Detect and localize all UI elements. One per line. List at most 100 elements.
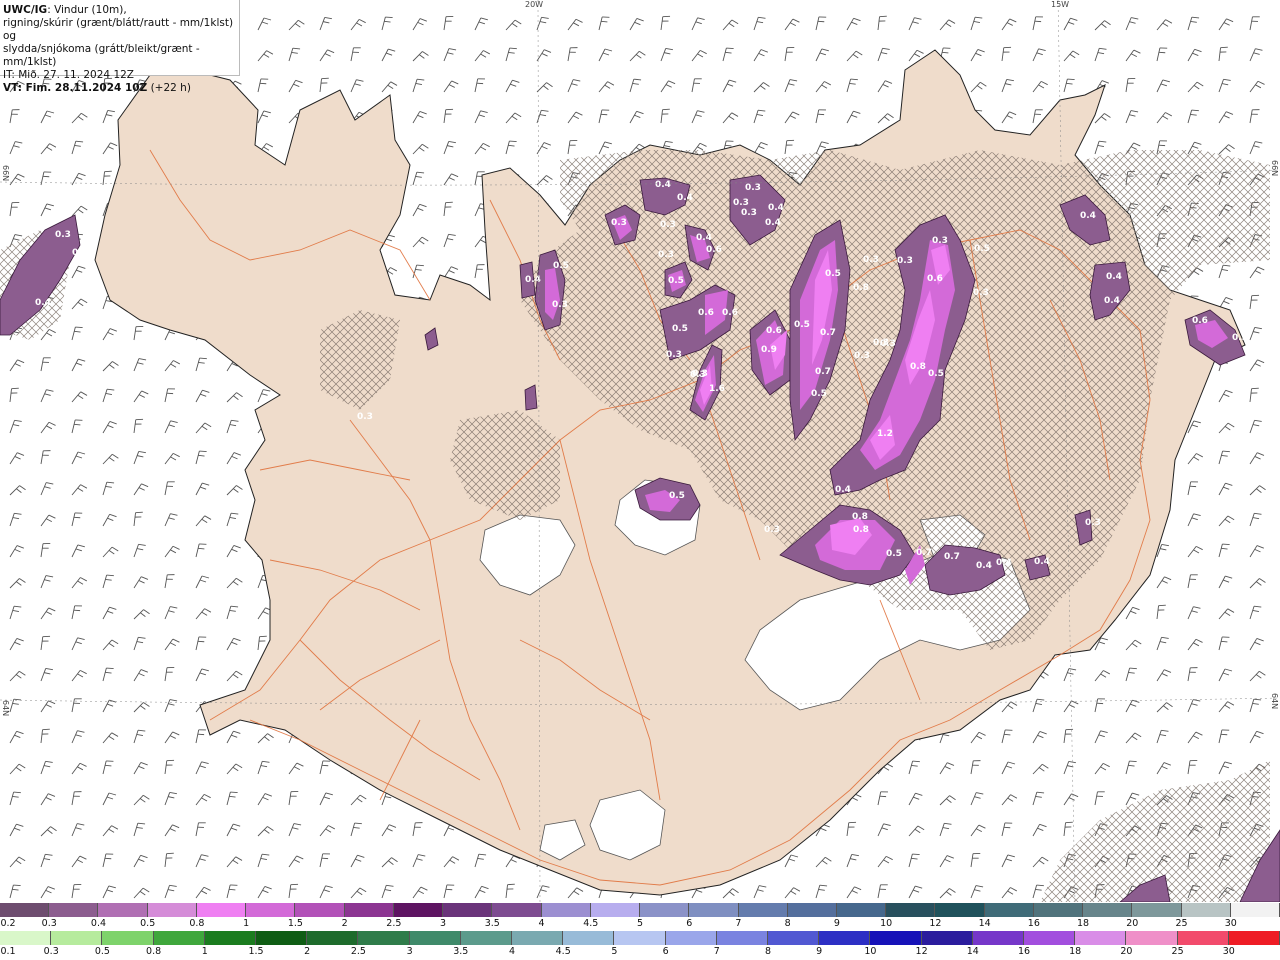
colorbar-tick-label: 20 [1120,946,1133,957]
precip-value-label: 0.4 [35,298,51,308]
colorbar-tick-label: 5 [636,918,644,929]
colorbar-swatch [1075,931,1127,945]
precip-value-label: 0.4 [1034,557,1050,567]
colorbar-tick-label: 20 [1126,918,1139,929]
precip-value-label: 0.4 [976,561,992,571]
precip-value-label: 0.3 [863,255,879,265]
colorbar-tick-label: 8 [764,946,772,957]
colorbar-tick-label: 4 [538,918,545,929]
colorbar-snow [0,903,1280,917]
colorbar-swatch [689,903,739,917]
precip-value-label: 0.3 [897,256,913,266]
colorbar-tick-label: 0.8 [189,918,205,929]
precip-value-label: 0.3 [660,220,676,230]
legend-line3: slydda/snjókoma (grátt/bleikt/grænt - mm… [3,43,200,68]
precip-value-label: 0.3 [666,350,682,360]
colorbar-tick-label: 2 [304,946,311,957]
precip-value-label: 0.5 [974,244,990,254]
colorbar-swatch [256,931,308,945]
colorbar-swatch [344,903,394,917]
precip-value-label: 0.4 [768,203,784,213]
precip-value-label: 0.8 [852,512,868,522]
colorbar-tick-label: 16 [1017,946,1031,957]
colorbar-swatch [307,931,359,945]
precip-value-label: 0.5 [668,276,684,286]
colorbar-swatch [1083,903,1133,917]
colorbar-swatch [541,903,591,917]
colorbar-tick-label: 1.5 [287,918,303,929]
precip-value-label: 0.5 [886,549,902,559]
colorbar-swatch [984,903,1034,917]
colorbar-swatch [1126,931,1178,945]
precip-value-label: 0.6 [706,245,722,255]
precip-value-label: 0.5 [672,324,688,334]
colorbar-tick-label: 4.5 [583,918,599,929]
colorbar-tick-label: 1 [243,918,250,929]
precip-value-label: 0.6 [766,326,782,336]
precip-value-label: 1.6 [709,384,725,394]
colorbar-swatch [590,903,641,917]
colorbar-tick-label: 3.5 [453,946,469,957]
colorbar-swatch [640,903,690,917]
colorbar-swatch [738,903,788,917]
colorbar-tick-label: 3 [406,946,413,957]
colorbar-tick-label: 10 [880,918,893,929]
precip-value-label: 0.3 [745,183,761,193]
grid-label-20w: 20W [525,0,544,9]
precip-value-label: 0.3 [741,208,757,218]
colorbar-swatch [98,903,148,917]
colorbar-tick-label: 10 [864,946,877,957]
colorbar-swatch [1024,931,1076,945]
colorbar-tick-label: 30 [1222,946,1235,957]
colorbar-tick-label: 7 [735,918,742,929]
precip-value-label: 0.3 [692,369,708,379]
colorbar-tick-label: 3 [440,918,447,929]
legend-line2: rigning/skúrir (grænt/blátt/rautt - mm/1… [3,17,234,42]
colorbar-swatch [614,931,666,945]
colorbar-swatch [196,903,247,917]
precip-value-label: 0.5 [669,491,685,501]
precip-value-label: 0.7 [820,328,836,338]
grid-label-15w: 15W [1051,0,1070,9]
legend-line1: : Vindur (10m), [47,4,127,16]
colorbar-snow-labels: 0.2 0.3 0.4 0.5 0.8 1 1.5 2 2.5 3 3.5 4 4.5 5 6 7 8 9 10 12… [0,918,1280,930]
colorbar-swatch [886,903,936,917]
colorbar-swatch [295,903,345,917]
precip-value-label: 0.5 [794,320,810,330]
colorbar-swatch [1230,903,1280,917]
legend-valid-time-line: VT: Fim. 28.11.2024 10Z (+22 h) [3,82,236,95]
colorbar-swatch [836,903,887,917]
colorbar-swatch [1033,903,1084,917]
colorbar-swatch [492,903,542,917]
colorbar-swatch [246,903,296,917]
colorbar-swatch [870,931,922,945]
precip-value-label: 0.8 [853,283,869,293]
colorbar-tick-label: 6 [662,946,669,957]
colorbar-tick-label: 2.5 [350,946,366,957]
colorbar-swatch [0,931,52,945]
precip-value-label: 0.9 [761,345,777,355]
colorbar-swatch [460,931,513,945]
precip-value-label: 0.3 [611,218,627,228]
precip-value-label: 0.7 [916,548,932,558]
precip-value-label: 0.7 [944,552,960,562]
colorbar-swatch [972,931,1025,945]
colorbar-tick-label: 0.1 [0,946,16,957]
colorbar-swatch [443,903,493,917]
precip-value-label: 0.3 [1232,333,1248,343]
precip-value-label: 0.4 [996,558,1012,568]
colorbar-tick-label: 12 [929,918,942,929]
precip-value-label: 0.3 [1085,518,1101,528]
colorbar-swatch [665,931,717,945]
colorbar-tick-label: 3.5 [484,918,500,929]
colorbar-rain [0,931,1280,945]
colorbar-tick-label: 5 [611,946,618,957]
colorbar-swatch [1132,903,1182,917]
colorbar-tick-label: 14 [978,918,991,929]
colorbar-tick-label: 2.5 [386,918,402,929]
precip-value-label: 0.4 [677,193,693,203]
colorbar-swatch [935,903,985,917]
colorbar-tick-label: 25 [1175,918,1188,929]
grid-label-66n-right: 66N [1270,160,1279,177]
grid-label-64n-right: 64N [1270,693,1279,710]
